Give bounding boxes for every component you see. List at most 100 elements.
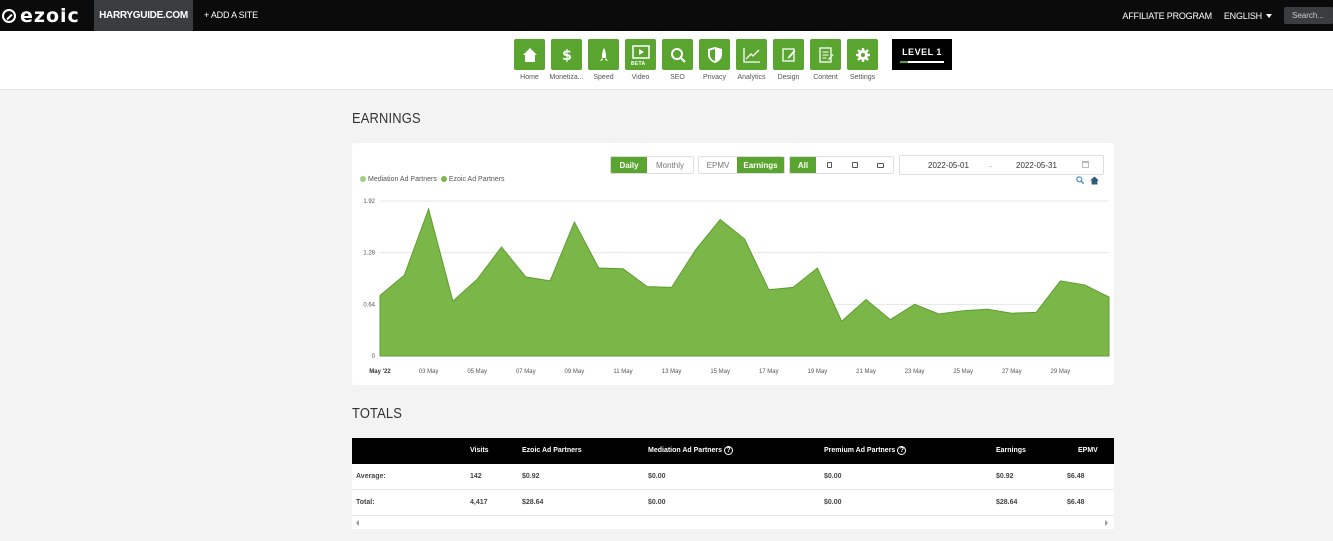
nav-label: Content: [813, 74, 838, 81]
svg-text:$: $: [562, 48, 572, 63]
rocket-icon: [588, 39, 619, 70]
legend-item-mediation[interactable]: Mediation Ad Partners: [360, 176, 437, 183]
period-toggle: Daily Monthly: [610, 156, 694, 174]
x-tick-label: 07 May: [516, 369, 536, 375]
nav-item-privacy[interactable]: Privacy: [699, 39, 730, 81]
nav-item-settings[interactable]: Settings: [847, 39, 878, 81]
nav-item-seo[interactable]: SEO: [662, 39, 693, 81]
nav-item-home[interactable]: Home: [514, 39, 545, 81]
top-bar: ezoic HARRYGUIDE.COM + ADD A SITE AFFILI…: [0, 0, 1333, 31]
reset-zoom-home-icon[interactable]: [1090, 176, 1099, 185]
feature-nav-bar: Home $ Monetiza... Speed BETA Video SEO …: [0, 31, 1333, 90]
table-row-average: Average: 142 $0.92 $0.00 $0.00 $0.92 $6.…: [352, 464, 1114, 490]
y-tick-label: 0: [372, 354, 376, 360]
tablet-device-button[interactable]: [842, 157, 868, 173]
nav-label: Analytics: [737, 74, 766, 81]
x-tick-label: 13 May: [662, 369, 682, 375]
legend-dot-icon: [440, 176, 447, 182]
date-range-picker[interactable]: 2022-05-01 → 2022-05-31: [899, 155, 1104, 175]
horizontal-scrollbar[interactable]: [352, 516, 1114, 529]
nav-item-content[interactable]: Content: [810, 39, 841, 81]
top-right-menu: AFFILIATE PROGRAM ENGLISH: [1122, 0, 1333, 31]
search-input[interactable]: [1284, 7, 1333, 24]
language-label: ENGLISH: [1223, 10, 1262, 21]
header-ezoic-ad-partners[interactable]: Ezoic Ad Partners: [522, 438, 582, 464]
nav-item-analytics[interactable]: Analytics: [736, 39, 767, 81]
nav-label: SEO: [670, 74, 685, 81]
cell-visits: 4,417: [470, 499, 488, 506]
cell-mediation: $0.00: [648, 473, 666, 480]
cell-ezoic: $0.92: [522, 473, 540, 480]
zoom-icon[interactable]: [1076, 176, 1084, 184]
help-icon[interactable]: ?: [897, 445, 907, 455]
video-icon: BETA: [625, 39, 656, 70]
ezoic-logo[interactable]: ezoic: [0, 0, 80, 31]
add-site-link[interactable]: + ADD A SITE: [204, 0, 258, 31]
language-dropdown[interactable]: ENGLISH: [1224, 11, 1272, 21]
monthly-button[interactable]: Monthly: [647, 157, 693, 173]
content-icon: [810, 39, 841, 70]
scroll-left-icon[interactable]: [356, 520, 359, 526]
logo-mark-icon: [2, 8, 16, 23]
totals-table: Visits Ezoic Ad Partners Mediation Ad Pa…: [352, 438, 1114, 529]
cell-ezoic: $28.64: [522, 499, 544, 506]
header-earnings[interactable]: Earnings: [996, 438, 1026, 464]
desktop-icon: [877, 162, 884, 168]
affiliate-program-link[interactable]: AFFILIATE PROGRAM: [1122, 11, 1212, 21]
nav-label: Privacy: [703, 74, 726, 81]
x-tick-label: 19 May: [808, 369, 828, 375]
x-tick-label: 09 May: [565, 369, 585, 375]
mobile-device-button[interactable]: [816, 157, 842, 173]
earnings-area-chart: 0 0.64 1.28 1.92 May '22 03 May 05 May 07 May 09…: [363, 199, 1110, 375]
header-label: Premium Ad Partners: [824, 447, 896, 454]
logo-text: ezoic: [20, 4, 80, 27]
help-icon[interactable]: ?: [724, 445, 734, 455]
magnifier-icon: [662, 39, 693, 70]
series-area-ezoic: [379, 207, 1110, 357]
legend-dot-icon: [360, 176, 366, 182]
header-mediation-ad-partners[interactable]: Mediation Ad Partners?: [648, 438, 734, 464]
calendar-icon[interactable]: [1082, 161, 1089, 168]
nav-item-video[interactable]: BETA Video: [625, 39, 656, 81]
y-tick-label: 1.92: [363, 199, 375, 205]
scroll-right-icon[interactable]: [1105, 520, 1108, 526]
design-icon: [773, 39, 804, 70]
daily-button[interactable]: Daily: [611, 157, 647, 173]
nav-label: Video: [631, 74, 650, 81]
desktop-device-button[interactable]: [868, 157, 893, 173]
date-start[interactable]: 2022-05-01: [928, 161, 969, 170]
legend-item-ezoic[interactable]: Ezoic Ad Partners: [440, 176, 505, 183]
x-tick-label: 05 May: [467, 369, 487, 375]
level-badge[interactable]: LEVEL 1: [892, 39, 952, 70]
site-selector-tab[interactable]: HARRYGUIDE.COM: [94, 0, 193, 31]
cell-premium: $0.00: [824, 473, 842, 480]
header-visits[interactable]: Visits: [470, 438, 489, 464]
nav-item-monetization[interactable]: $ Monetiza...: [549, 39, 584, 81]
x-tick-label: May '22: [369, 369, 391, 375]
cell-epmv: $6.48: [1067, 499, 1085, 506]
level-label: LEVEL 1: [902, 46, 942, 57]
metric-toggle: EPMV Earnings: [698, 156, 785, 174]
dollar-icon: $: [551, 39, 582, 70]
nav-item-speed[interactable]: Speed: [588, 39, 619, 81]
earnings-title: EARNINGS: [352, 110, 421, 127]
x-tick-label: 03 May: [419, 369, 439, 375]
nav-label: Monetiza...: [549, 74, 584, 81]
x-tick-label: 15 May: [710, 369, 730, 375]
earnings-button[interactable]: Earnings: [737, 157, 784, 173]
table-row-total: Total: 4,417 $28.64 $0.00 $0.00 $28.64 $…: [352, 490, 1114, 516]
date-end[interactable]: 2022-05-31: [1016, 161, 1057, 170]
nav-item-design[interactable]: Design: [773, 39, 804, 81]
tablet-icon: [852, 162, 858, 168]
nav-label: Design: [777, 74, 800, 81]
row-label: Average:: [356, 473, 386, 480]
chart-legend: Mediation Ad Partners Ezoic Ad Partners: [360, 176, 505, 183]
legend-label: Mediation Ad Partners: [368, 176, 437, 183]
level-progress-bar: [900, 60, 944, 63]
epmv-button[interactable]: EPMV: [699, 157, 737, 173]
header-premium-ad-partners[interactable]: Premium Ad Partners?: [824, 438, 907, 464]
cell-earnings: $0.92: [996, 473, 1014, 480]
all-devices-button[interactable]: All: [790, 157, 816, 173]
header-epmv[interactable]: EPMV: [1078, 438, 1098, 464]
chevron-down-icon: [1266, 14, 1272, 19]
